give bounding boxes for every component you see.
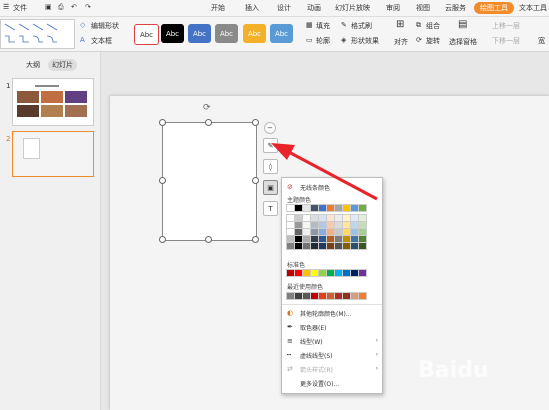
annotation-arrow — [271, 143, 378, 201]
watermark-logo: Baidu — [418, 358, 489, 383]
